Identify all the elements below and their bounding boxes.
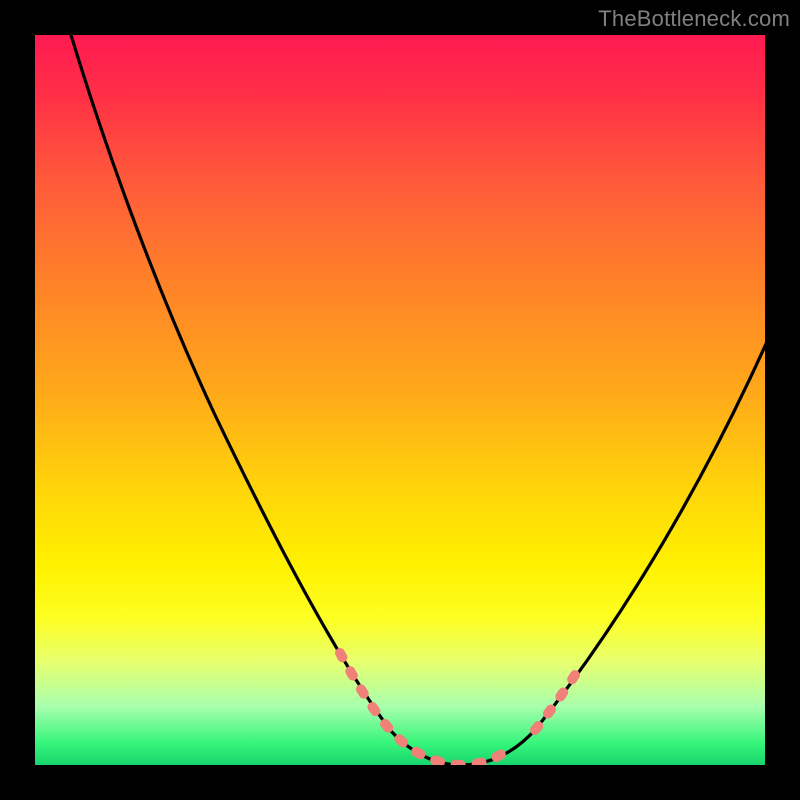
curve-path xyxy=(68,35,765,765)
chart-frame: TheBottleneck.com xyxy=(0,0,800,800)
plot-area xyxy=(35,35,765,765)
watermark-text: TheBottleneck.com xyxy=(598,6,790,32)
bottleneck-curve xyxy=(35,35,765,765)
highlight-left xyxy=(340,653,503,765)
